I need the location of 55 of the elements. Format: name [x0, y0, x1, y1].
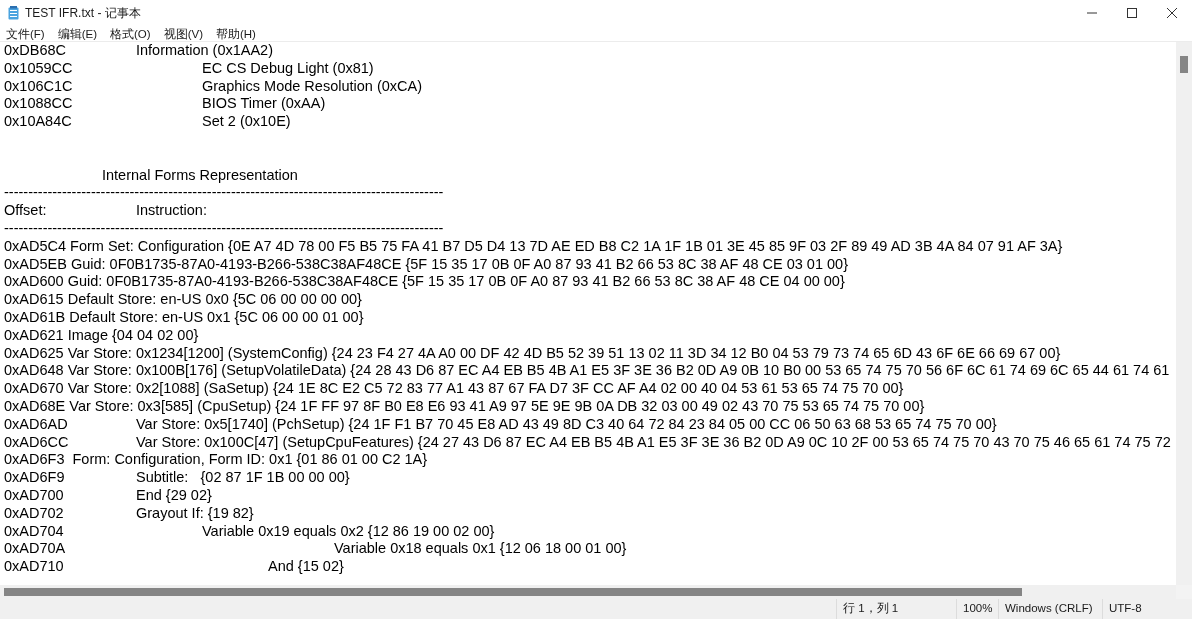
text-line: 0xAD670 Var Store: 0x2[1088] (SaSetup) {24 1E 8C E2 C5 72 83 77 A1 43 87 67 FA D7 3F CC AF A4 02 00 40 04 53 61 53 65 74 75 70 00}	[4, 380, 904, 398]
text-line: 0xAD625 Var Store: 0x1234[1200] (SystemConfig) {24 23 F4 27 4A A0 00 DF 42 4D B5 52 39 51 13 02 11 3D 34 12 B0 04 53 79 73 74 65 6D 43 6F 6E 66 69 67 00}	[4, 344, 1061, 363]
instruction-text: Variable 0x18 equals 0x1 {12 06 18 00 01 00}	[333, 540, 627, 559]
text-line: 0xAD648 Var Store: 0x100B[176] (SetupVolatileData) {24 28 43 D6 87 EC A4 EB B5 4B A1 E5 3F 3E 36 B2 0D A9 0B 10 B0 00 53 65 74 75 70 56 6F 6C 61 74 69 6C 65 44 61 74 61	[4, 362, 1170, 381]
offset-text: 0x1088CC	[4, 95, 73, 112]
status-text: 100%	[963, 601, 993, 617]
instruction-text: Variable 0x19 equals 0x2 {12 86 19 00 02 00}	[201, 522, 495, 541]
text-line: 0xAD615 Default Store: en-US 0x0 {5C 06 00 00 00 00}	[4, 291, 362, 309]
maximize-icon	[1127, 8, 1137, 18]
instruction-text: Var Store: 0x5[1740] (PchSetup) {24 1F F1 B7 70 45 E8 AD 43 49 8D C3 40 64 72 84 23 84 05 00 CC 06 50 63 68 53 65 74 75 70 00}	[136, 415, 997, 434]
instruction-text: End {29 02}	[136, 486, 212, 505]
instruction-text: Information (0x1AA2)	[136, 42, 273, 60]
text-line: 0xAD621 Image {04 04 02 00}	[4, 326, 199, 345]
offset-text: 0x106C1C	[4, 77, 73, 94]
offset-text: 0xAD702	[4, 504, 64, 521]
menu-item[interactable]: 视图(V)	[159, 26, 207, 41]
offset-text: 0xDB68C	[4, 42, 67, 58]
offset-text: 0x10A84C	[4, 113, 72, 130]
offset-text: 0xAD700	[4, 486, 64, 503]
text-line: 0xAD5C4 Form Set: Configuration {0E A7 4D 78 00 F5 B5 75 FA 41 B7 D5 D4 13 7D AE ED B8 C2 1A 1F 1B 01 3E 45 85 9F 03 2F 89 49 AD 3B 4A 84 07 91 AF 3A}	[4, 237, 1063, 256]
instruction-text: Subtitle: {02 87 1F 1B 00 00 00}	[136, 469, 350, 487]
instruction-text: Instruction:	[136, 202, 207, 220]
offset-text: 0xAD704	[4, 522, 64, 539]
offset-text: 0xAD6F9	[4, 469, 65, 486]
dashed-rule-text: -------------------------------------------------------------------------------------------	[4, 184, 444, 203]
status-text: 行 1，列 1	[843, 601, 899, 617]
instruction-text: Set 2 (0x10E)	[201, 113, 291, 131]
menu-item[interactable]: 编辑(E)	[53, 26, 102, 41]
dashed-rule-text: -------------------------------------------------------------------------------------------	[4, 219, 444, 238]
offset-text: 0xAD6AD	[4, 415, 68, 432]
offset-text: 0xAD710	[4, 558, 64, 575]
offset-text: 0x1059CC	[4, 59, 73, 76]
instruction-text: EC CS Debug Light (0x81)	[201, 59, 374, 78]
text-line: 0xAD600 Guid: 0F0B1735-87A0-4193-B266-538C38AF48CE {5F 15 35 17 0B 0F A0 87 93 41 B2 66 53 8C 38 AF 48 CE 04 00 00}	[4, 273, 845, 292]
instruction-text: And {15 02}	[267, 558, 344, 576]
menu-item[interactable]: 文件(F)	[2, 26, 49, 41]
instruction-text: BIOS Timer (0xAA)	[201, 95, 326, 114]
notepad-icon	[8, 6, 19, 20]
offset-text: 0xAD6CC	[4, 433, 69, 450]
instruction-text: Graphics Mode Resolution (0xCA)	[201, 77, 422, 96]
section-heading: Internal Forms Representation	[101, 166, 298, 185]
close-icon	[1167, 8, 1177, 18]
instruction-text: Var Store: 0x100C[47] (SetupCpuFeatures) {24 27 43 D6 87 EC A4 EB B5 4B A1 E5 3F 3E 36 B2 0D A9 0C 10 2F 00 53 65 74 75 70 43 70 75 46 65 61 74 75 72	[136, 433, 1171, 452]
text-line: 0xAD61B Default Store: en-US 0x1 {5C 06 00 00 01 00}	[4, 308, 364, 327]
text-line: 0xAD6F3 Form: Configuration, Form ID: 0x1 {01 86 01 00 C2 1A}	[4, 451, 428, 470]
offset-text: Offset:	[4, 202, 47, 219]
text-line: 0xAD68E Var Store: 0x3[585] (CpuSetup) {24 1F FF 97 8F B0 E8 E6 93 41 A9 97 5E 9E 9B 0A DB 32 03 00 49 02 43 70 75 53 65 74 75 70 00}	[4, 397, 925, 416]
menu-item[interactable]: 格式(O)	[106, 26, 155, 41]
status-text: UTF-8	[1109, 601, 1142, 617]
offset-text: 0xAD70A	[4, 540, 66, 557]
text-line: 0xAD5EB Guid: 0F0B1735-87A0-4193-B266-538C38AF48CE {5F 15 35 17 0B 0F A0 87 93 41 B2 66 53 8C 38 AF 48 CE 03 01 00}	[4, 255, 848, 274]
status-text: Windows (CRLF)	[1005, 601, 1093, 617]
menu-item[interactable]: 帮助(H)	[212, 26, 260, 41]
window-title: TEST IFR.txt - 记事本	[25, 5, 141, 22]
instruction-text: Grayout If: {19 82}	[136, 504, 254, 523]
